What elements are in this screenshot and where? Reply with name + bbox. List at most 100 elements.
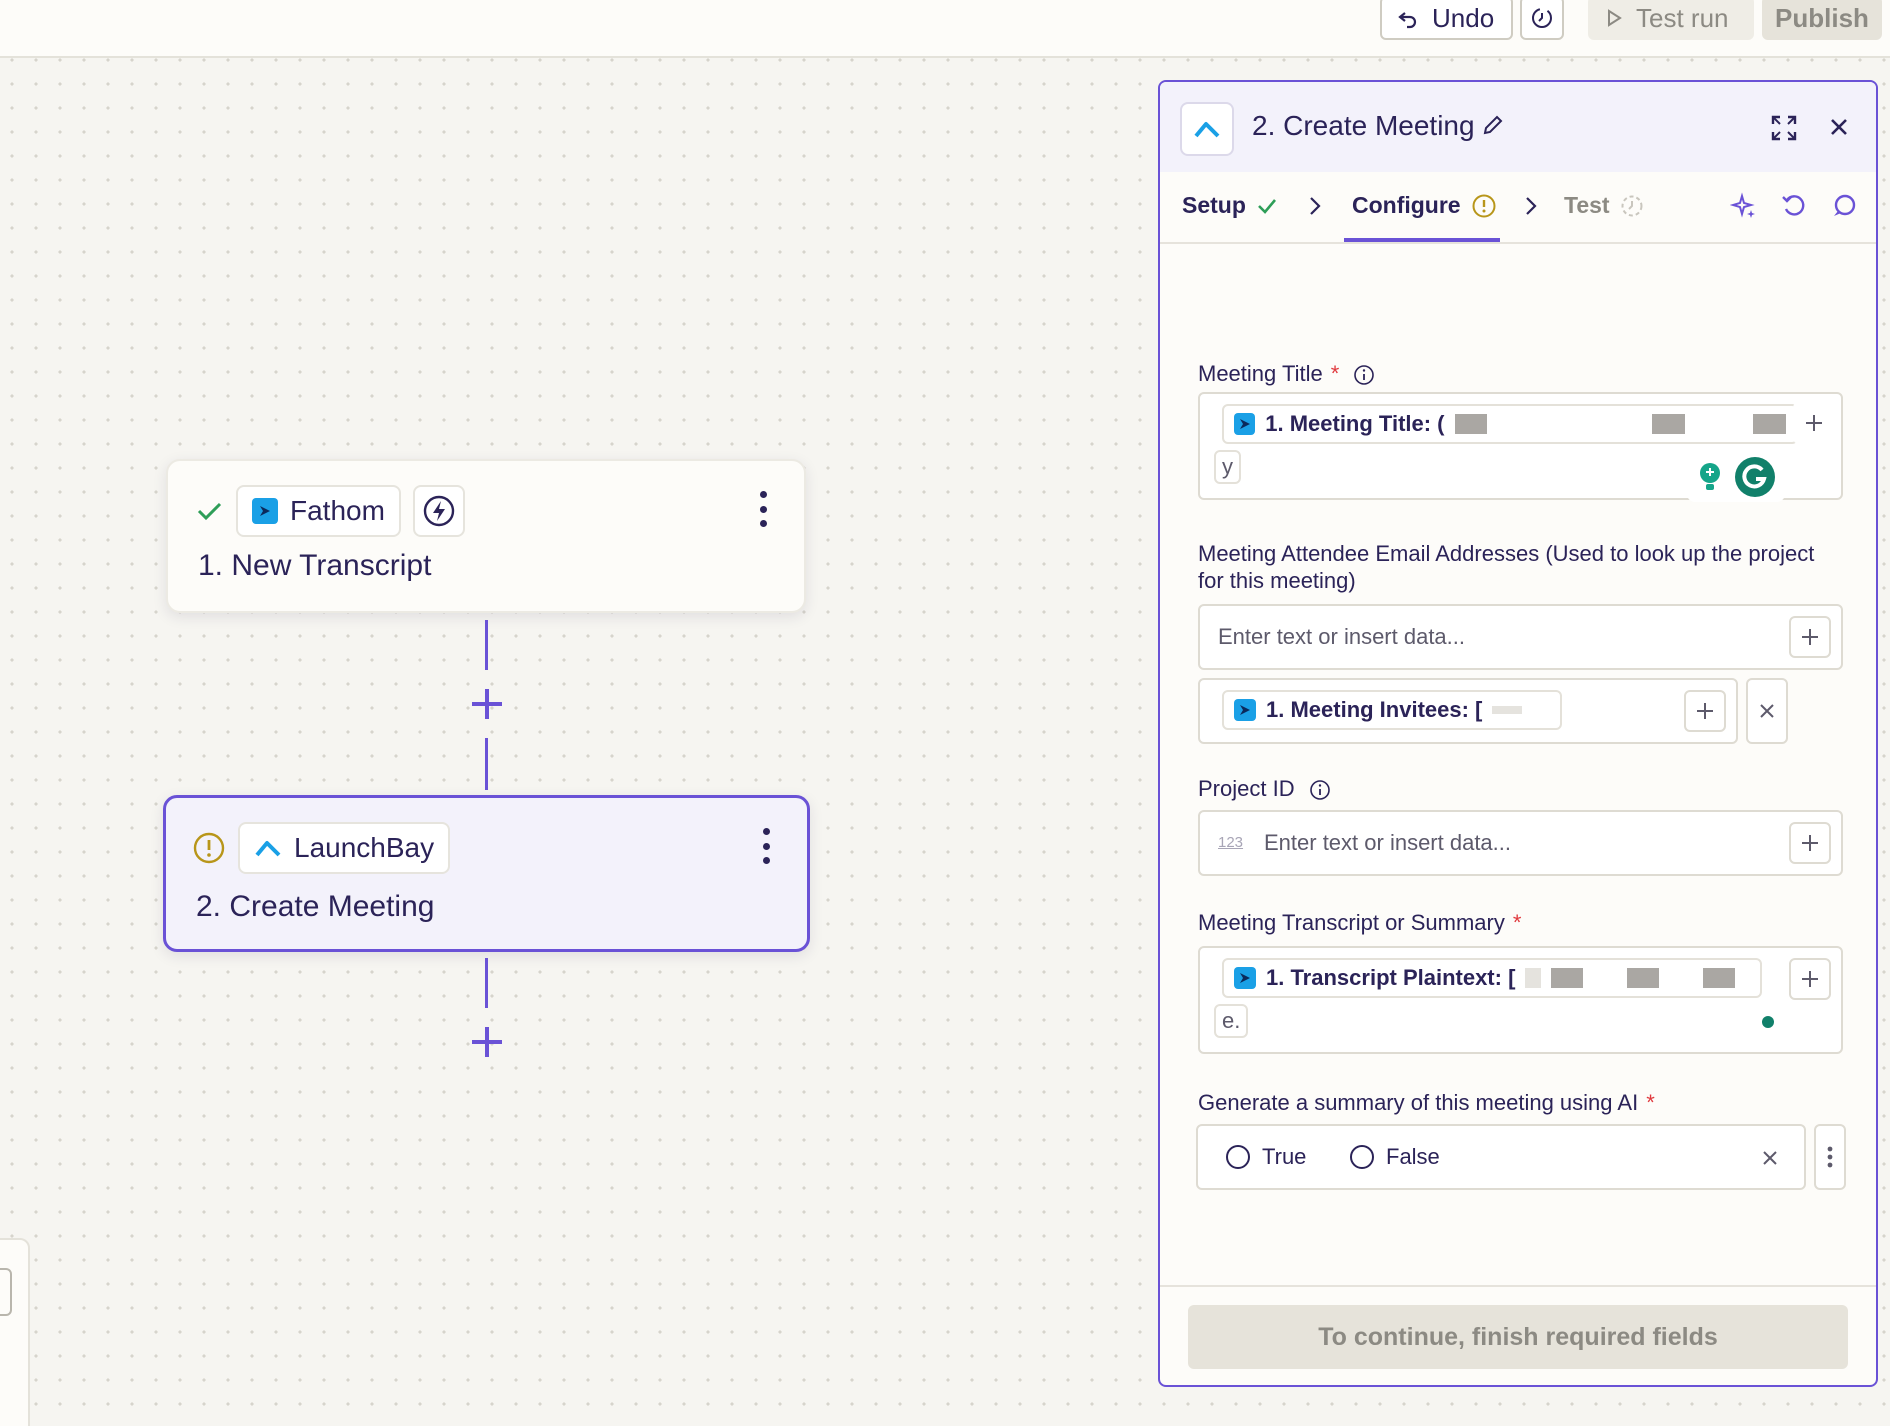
grammarly-widget[interactable] xyxy=(1687,452,1785,502)
panel-footer: To continue, finish required fields xyxy=(1160,1285,1876,1385)
project-id-label-text: Project ID xyxy=(1198,776,1295,801)
plus-icon xyxy=(1802,971,1818,987)
launchbay-app-chip[interactable]: LaunchBay xyxy=(238,822,451,874)
radio-option-false[interactable]: False xyxy=(1350,1144,1440,1170)
canvas-control-button[interactable] xyxy=(0,1268,12,1316)
step-1-app-name: Fathom xyxy=(290,495,385,526)
attendees-input[interactable]: Enter text or insert data... xyxy=(1198,604,1843,670)
fathom-logo-icon xyxy=(1234,699,1256,721)
panel-title[interactable]: 2. Create Meeting xyxy=(1252,110,1475,142)
step-2-title: 2. Create Meeting xyxy=(196,890,435,923)
transcript-pill-continuation: e. xyxy=(1214,1004,1249,1038)
edit-pencil-icon[interactable] xyxy=(1480,112,1506,138)
attendees-list-item[interactable]: 1. Meeting Invitees: [ xyxy=(1198,678,1738,744)
insert-data-plus-button[interactable] xyxy=(1789,958,1831,1000)
tab-setup[interactable]: Setup xyxy=(1182,192,1278,219)
publish-label: Publish xyxy=(1775,2,1869,33)
remove-item-button[interactable] xyxy=(1746,678,1788,744)
lightbulb-icon xyxy=(1700,463,1720,490)
workflow-step-2[interactable]: LaunchBay 2. Create Meeting xyxy=(163,795,810,952)
play-icon xyxy=(1608,9,1622,27)
transcript-data-pill[interactable]: 1. Transcript Plaintext: [ xyxy=(1222,958,1762,998)
info-icon[interactable] xyxy=(1353,364,1375,386)
plus-icon xyxy=(1802,629,1818,645)
launchbay-logo-icon xyxy=(255,841,281,857)
checkmark-icon xyxy=(1257,198,1276,214)
radio-true-label: True xyxy=(1262,1144,1307,1169)
meeting-invitees-data-pill[interactable]: 1. Meeting Invitees: [ xyxy=(1222,690,1562,730)
fathom-app-chip[interactable]: Fathom xyxy=(236,485,401,537)
ai-summary-label-text: Generate a summary of this meeting using… xyxy=(1198,1090,1639,1115)
add-step-plus-icon[interactable] xyxy=(470,687,504,721)
insert-data-plus-button[interactable] xyxy=(1684,690,1726,732)
meeting-title-label: Meeting Title * xyxy=(1198,360,1375,387)
version-history-button[interactable] xyxy=(1520,0,1564,40)
meeting-title-data-pill[interactable]: 1. Meeting Title: ( xyxy=(1222,404,1798,444)
transcript-label-text: Meeting Transcript or Summary xyxy=(1198,910,1505,935)
connector-line xyxy=(485,620,488,670)
radio-option-true[interactable]: True xyxy=(1226,1144,1306,1170)
add-step-plus-icon[interactable] xyxy=(470,1025,504,1059)
connector-line xyxy=(485,738,488,790)
continue-button[interactable]: To continue, finish required fields xyxy=(1188,1305,1848,1369)
close-icon[interactable] xyxy=(1828,116,1850,138)
warning-icon xyxy=(1472,194,1496,217)
insert-data-plus-button[interactable] xyxy=(1789,822,1831,864)
active-tab-indicator xyxy=(1344,238,1500,242)
transcript-field[interactable]: 1. Transcript Plaintext: [ e. xyxy=(1198,946,1843,1054)
tab-configure-label: Configure xyxy=(1352,192,1461,218)
step-2-header: LaunchBay xyxy=(192,822,451,874)
vertical-dots-icon xyxy=(1827,1146,1833,1168)
attendees-label: Meeting Attendee Email Addresses (Used t… xyxy=(1198,541,1815,593)
test-run-label: Test run xyxy=(1636,2,1729,33)
required-asterisk: * xyxy=(1512,910,1522,935)
chevron-right-icon xyxy=(1310,197,1321,215)
refresh-icon[interactable] xyxy=(1780,192,1808,220)
number-type-icon: 123 xyxy=(1218,834,1244,851)
tab-test[interactable]: Test xyxy=(1564,192,1644,219)
insert-data-plus-button[interactable] xyxy=(1793,402,1835,444)
fathom-logo-icon xyxy=(252,498,278,524)
panel-tools xyxy=(1730,192,1858,220)
project-id-input[interactable]: 123 Enter text or insert data... xyxy=(1198,810,1843,876)
info-icon[interactable] xyxy=(1309,779,1331,801)
fathom-logo-icon xyxy=(1234,413,1256,435)
close-icon xyxy=(1760,704,1774,718)
required-asterisk: * xyxy=(1330,361,1340,386)
expand-icon[interactable] xyxy=(1770,114,1798,142)
undo-icon xyxy=(1398,12,1417,29)
test-run-button[interactable]: Test run xyxy=(1588,0,1754,40)
step-2-more-menu[interactable] xyxy=(761,828,771,864)
launchbay-logo-icon xyxy=(1180,102,1234,156)
meeting-title-field[interactable]: 1. Meeting Title: ( y xyxy=(1198,392,1843,502)
step-1-more-menu[interactable] xyxy=(758,491,768,527)
transcript-label: Meeting Transcript or Summary * xyxy=(1198,909,1521,936)
pending-clock-icon xyxy=(1621,195,1643,216)
transcript-pill-label: 1. Transcript Plaintext: [ xyxy=(1266,965,1516,990)
radio-button[interactable] xyxy=(1350,1145,1374,1169)
required-asterisk: * xyxy=(1646,1090,1655,1115)
plus-icon xyxy=(1802,835,1818,851)
field-options-button[interactable] xyxy=(1814,1124,1846,1190)
grammarly-status-dot xyxy=(1762,1016,1774,1028)
undo-button[interactable]: Undo xyxy=(1380,0,1513,40)
clear-selection-icon[interactable] xyxy=(1762,1150,1778,1166)
tab-setup-label: Setup xyxy=(1182,192,1246,218)
insert-data-plus-button[interactable] xyxy=(1789,616,1831,658)
publish-button[interactable]: Publish xyxy=(1762,0,1882,40)
plus-icon xyxy=(1697,703,1713,719)
meeting-title-label-text: Meeting Title xyxy=(1198,361,1323,386)
panel-header: 2. Create Meeting xyxy=(1160,82,1876,172)
fathom-logo-icon xyxy=(1234,967,1256,989)
comment-icon[interactable] xyxy=(1830,192,1858,220)
plus-icon xyxy=(1806,415,1822,431)
ai-sparkle-icon[interactable] xyxy=(1730,192,1758,220)
ai-summary-label: Generate a summary of this meeting using… xyxy=(1198,1089,1655,1116)
project-id-placeholder: Enter text or insert data... xyxy=(1264,830,1512,855)
radio-button[interactable] xyxy=(1226,1145,1250,1169)
tab-configure[interactable]: Configure xyxy=(1352,192,1497,219)
project-id-label: Project ID xyxy=(1198,775,1331,802)
workflow-step-1[interactable]: Fathom 1. New Transcript xyxy=(166,459,806,613)
ai-summary-radio-group: True False xyxy=(1196,1124,1806,1190)
canvas-controls-panel xyxy=(0,1238,30,1426)
